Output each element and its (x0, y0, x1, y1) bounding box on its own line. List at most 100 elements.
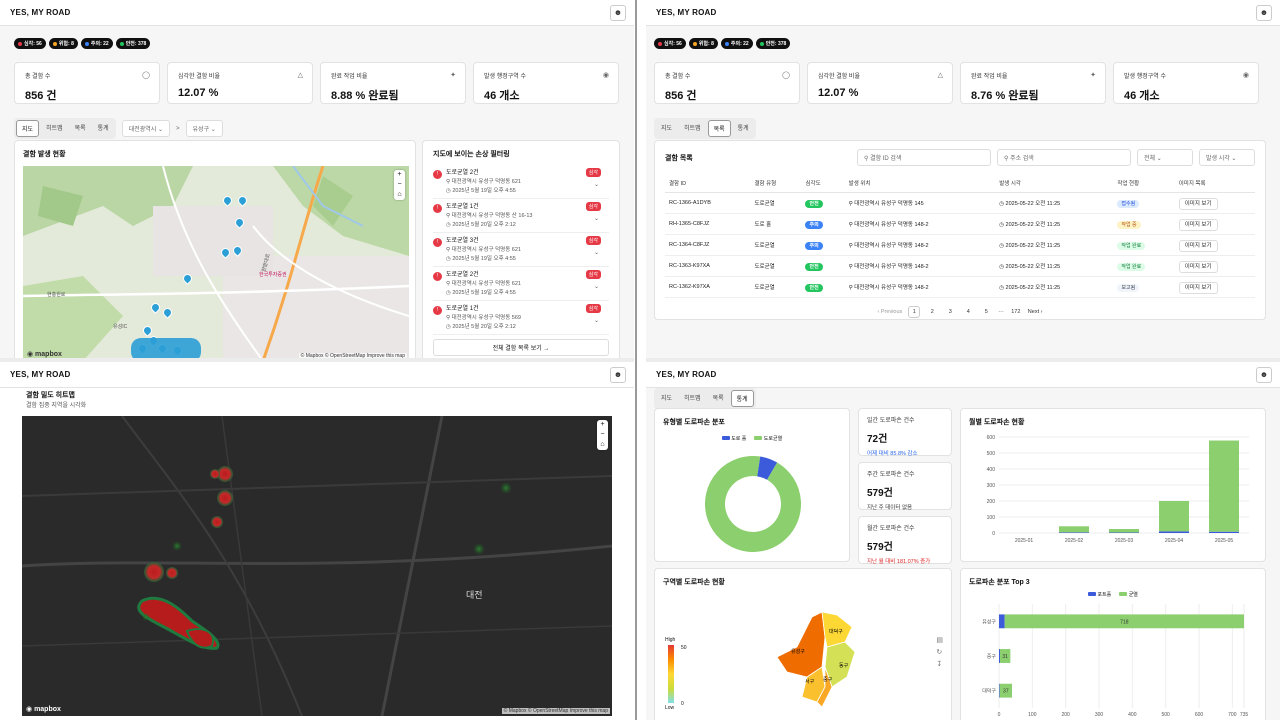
top3-legend: 포트홀 균열 (969, 591, 1257, 598)
address-search-input[interactable]: ⚲ 주소 검색 (997, 149, 1131, 166)
defect-map[interactable]: 현충원로 한밭대로 한국투자증권 유성IC + − ⌂ ◉ mapbox © Map… (23, 166, 409, 358)
x-tick-label: 700 (1228, 712, 1237, 718)
view-image-button[interactable]: 이미지 보기 (1178, 282, 1218, 294)
map-pin-icon: ◉ (602, 72, 609, 79)
filter-title: 지도에 보이는 손상 필터링 (433, 151, 510, 158)
tab-heatmap[interactable]: 히트맵 (679, 120, 706, 137)
alert-icon: ! (433, 170, 442, 179)
tab-stats[interactable]: 통계 (730, 390, 754, 407)
download-icon[interactable]: ↧ (936, 659, 943, 671)
filter-item[interactable]: ! 도로균열 2건 ⚲ 대전광역시 유성구 덕명동 621 ◷ 2025년 5월… (433, 267, 609, 301)
page-button[interactable]: 172 (1010, 306, 1022, 318)
view-tabs: 지도 히트맵 목록 통계 (654, 388, 756, 409)
defect-list-card: 결함 목록 ⚲ 결함 ID 검색 ⚲ 주소 검색 전체 ⌄ 발생 시각 ⌄ 결함… (654, 140, 1266, 320)
prev-button[interactable]: ‹ Previous (878, 309, 903, 315)
x-tick-label: 200 (1061, 712, 1070, 718)
tab-heatmap[interactable]: 히트맵 (41, 120, 68, 137)
kpi-card: 주간 도로파손 건수 579건 지난 주 데이터 없음 (858, 462, 952, 511)
map-zoom-controls[interactable]: + − ⌂ (394, 170, 405, 200)
table-row[interactable]: RH-1365-C8FJZ 도로 홀 주의 ⚲ 대전광역시 유성구 덕명동 14… (665, 213, 1255, 235)
user-icon[interactable]: ☻ (1256, 366, 1272, 383)
view-all-button[interactable]: 전체 결함 목록 보기 → (433, 339, 609, 356)
filter-item[interactable]: ! 도로균열 1건 ⚲ 대전광역시 유성구 덕명동 569 ◷ 2025년 5월… (433, 301, 609, 335)
stat-complete-ratio: 완료 작업 비율 8.76 % 완료됨 ✦ (960, 62, 1106, 104)
defect-map-card: 결함 발생 현황 현충원로 한밭대로 한국투자증권 유성IC + − ⌂ ◉ m… (14, 140, 416, 358)
heatmap-map[interactable]: 대전 + − ⌂ ◉ mapbox © Mapbox © OpenStreetMap… (22, 416, 612, 716)
x-tick-label: 600 (1195, 712, 1204, 718)
chevron-down-icon[interactable]: ⌄ (594, 249, 599, 256)
bar (999, 683, 1000, 698)
tab-list[interactable]: 목록 (70, 120, 91, 137)
view-image-button[interactable]: 이미지 보기 (1178, 198, 1218, 210)
type-distribution-card: 유형별 도로파손 분포 도로 홀 도로균열 (654, 408, 850, 562)
page-button[interactable]: 1 (908, 306, 921, 318)
next-button[interactable]: Next › (1028, 309, 1043, 315)
legend-gradient (668, 645, 674, 703)
user-icon[interactable]: ☻ (610, 4, 626, 21)
x-tick-label: 100 (1028, 712, 1037, 718)
tab-map[interactable]: 지도 (656, 390, 677, 407)
kpi-card: 월간 도로파손 건수 579건 지난 월 대비 181.07% 증가 (858, 516, 952, 565)
marker-cluster[interactable] (131, 338, 201, 358)
chevron-down-icon[interactable]: ⌄ (594, 283, 599, 290)
defect-table: 결함 ID 결함 유형 심각도 발생 위치 발생 시각 작업 현황 이미지 목록 RC-13… (665, 174, 1255, 298)
page-button[interactable]: 4 (962, 306, 974, 318)
defect-time: ◷ 2025-05-22 오전 11:25 (995, 255, 1114, 277)
tab-map[interactable]: 지도 (16, 120, 40, 137)
id-search-input[interactable]: ⚲ 결함 ID 검색 (857, 149, 991, 166)
alert-icon: ! (433, 272, 442, 281)
document-icon[interactable]: ▤ (936, 635, 943, 647)
city-select[interactable]: 대전광역시 ⌄ (121, 120, 171, 137)
district-label: 동구 (839, 663, 849, 669)
badge-critical: 심각: 56 (14, 38, 46, 49)
tab-stats[interactable]: 통계 (93, 120, 114, 137)
table-row[interactable]: RC-1366-A1DYB 도로균열 안전 ⚲ 대전광역시 유성구 덕명동 14… (665, 192, 1255, 214)
chevron-down-icon[interactable]: ⌄ (594, 181, 599, 188)
district-select[interactable]: 유성구 ⌄ (185, 120, 223, 137)
sort-select[interactable]: 발생 시각 ⌄ (1199, 149, 1255, 166)
column-header[interactable]: 발생 시각 (995, 174, 1114, 193)
message-icon: ◯ (782, 72, 790, 79)
tab-map[interactable]: 지도 (656, 120, 677, 137)
x-tick-label: 735 (1240, 712, 1249, 718)
defect-time: ◷ 2025-05-22 오전 11:25 (995, 192, 1114, 214)
severity-badges: 심각: 56 위험: 8 주의: 22 안전: 378 (14, 38, 151, 49)
table-row[interactable]: RC-1362-K97XA 도로균열 안전 ⚲ 대전광역시 유성구 덕명동 14… (665, 276, 1255, 298)
tab-heatmap[interactable]: 히트맵 (679, 390, 706, 407)
tab-list[interactable]: 목록 (708, 390, 729, 407)
legend-max: 50 (681, 645, 687, 651)
y-tick-label: 100 (987, 515, 996, 521)
user-icon[interactable]: ☻ (610, 366, 626, 383)
donut-title: 유형별 도로파손 분포 (663, 419, 725, 426)
table-row[interactable]: RC-1363-K97XA 도로균열 안전 ⚲ 대전광역시 유성구 덕명동 14… (665, 255, 1255, 277)
page-button[interactable]: 2 (926, 306, 938, 318)
severity-badge: 심각 (585, 202, 601, 211)
defect-location: ⚲ 대전광역시 유성구 덕명동 148-2 (844, 234, 996, 256)
page-button[interactable]: 3 (944, 306, 956, 318)
user-icon[interactable]: ☻ (1256, 4, 1272, 21)
filter-select[interactable]: 전체 ⌄ (1137, 149, 1193, 166)
view-image-button[interactable]: 이미지 보기 (1178, 261, 1218, 273)
app-brand: YES, MY ROAD (10, 8, 71, 17)
filter-item[interactable]: ! 도로균열 2건 ⚲ 대전광역시 유성구 덕명동 621 ◷ 2025년 5월… (433, 165, 609, 199)
filter-item[interactable]: ! 도로균열 1건 ⚲ 대전광역시 유성구 덕명동 산 16-13 ◷ 2025… (433, 199, 609, 233)
column-header: 작업 현황 (1113, 174, 1175, 193)
list-title: 결함 목록 (665, 154, 693, 162)
app-header: YES, MY ROAD ☻ (646, 362, 1280, 388)
color-legend: High Low 50 0 (665, 637, 687, 711)
view-image-button[interactable]: 이미지 보기 (1178, 219, 1218, 231)
map-zoom-controls[interactable]: + − ⌂ (597, 420, 608, 450)
district-label: 대덕구 (829, 628, 843, 635)
page-button[interactable]: 5 (980, 306, 992, 318)
filter-item[interactable]: ! 도로균열 3건 ⚲ 대전광역시 유성구 덕명동 621 ◷ 2025년 5월… (433, 233, 609, 267)
table-row[interactable]: RC-1364-C8FJZ 도로균열 주의 ⚲ 대전광역시 유성구 덕명동 14… (665, 234, 1255, 256)
tab-stats[interactable]: 통계 (733, 120, 754, 137)
x-tick-label: 2025-04 (1165, 538, 1184, 544)
defect-location: ⚲ 대전광역시 유성구 덕명동 148-2 (844, 255, 996, 277)
tab-list[interactable]: 목록 (707, 120, 731, 137)
view-image-button[interactable]: 이미지 보기 (1178, 240, 1218, 252)
pagination-ellipsis: ··· (998, 309, 1004, 315)
refresh-icon[interactable]: ↻ (936, 647, 943, 659)
chevron-down-icon[interactable]: ⌄ (594, 215, 599, 222)
chevron-down-icon[interactable]: ⌄ (594, 317, 599, 324)
